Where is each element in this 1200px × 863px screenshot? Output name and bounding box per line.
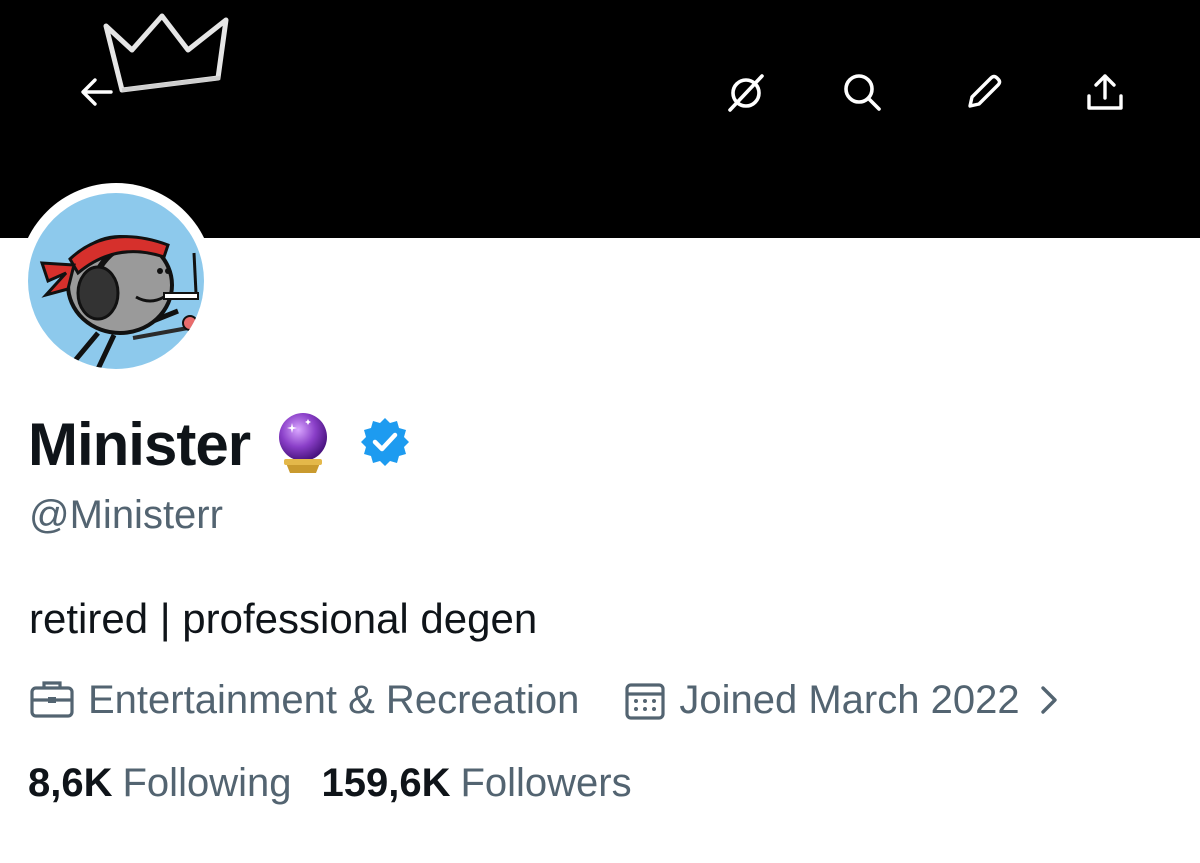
followers-count: 159,6K [321, 761, 451, 805]
grok-icon [728, 74, 764, 112]
verified-badge-icon[interactable] [360, 417, 410, 472]
profile-name: Minister [28, 410, 251, 478]
avatar-illustration [39, 235, 199, 369]
profile-joined[interactable]: Joined March 2022 [623, 678, 1075, 723]
joined-label: Joined March 2022 [679, 677, 1020, 722]
search-button[interactable] [834, 64, 890, 120]
category-label: Entertainment & Recreation [88, 677, 580, 722]
share-icon [1087, 74, 1123, 110]
profile-avatar[interactable] [18, 183, 238, 379]
crystal-ball-icon [270, 409, 336, 480]
profile-meta: Entertainment & Recreation Joined March … [28, 672, 1076, 728]
search-icon [844, 74, 881, 111]
back-button[interactable] [68, 64, 124, 120]
following-label: Following [122, 761, 292, 805]
avatar-border [18, 183, 214, 379]
profile-category: Entertainment & Recreation [28, 678, 579, 723]
briefcase-icon [30, 681, 74, 718]
following-link[interactable]: 8,6K Following [28, 761, 291, 806]
share-button[interactable] [1077, 64, 1133, 120]
avatar-image [28, 193, 204, 369]
profile-name-row: Minister [28, 405, 410, 483]
pencil-icon [968, 74, 1002, 108]
profile-handle: @Ministerr [29, 493, 223, 537]
followers-link[interactable]: 159,6K Followers [321, 761, 631, 806]
following-count: 8,6K [28, 761, 113, 805]
followers-label: Followers [460, 761, 632, 805]
profile-stats: 8,6K Following 159,6K Followers [28, 761, 632, 806]
profile-bio: retired | professional degen [29, 595, 538, 642]
calendar-icon [625, 683, 665, 720]
arrow-left-icon [81, 78, 113, 106]
chevron-right-icon [1040, 686, 1057, 714]
grok-button[interactable] [718, 64, 774, 120]
edit-button[interactable] [956, 64, 1012, 120]
